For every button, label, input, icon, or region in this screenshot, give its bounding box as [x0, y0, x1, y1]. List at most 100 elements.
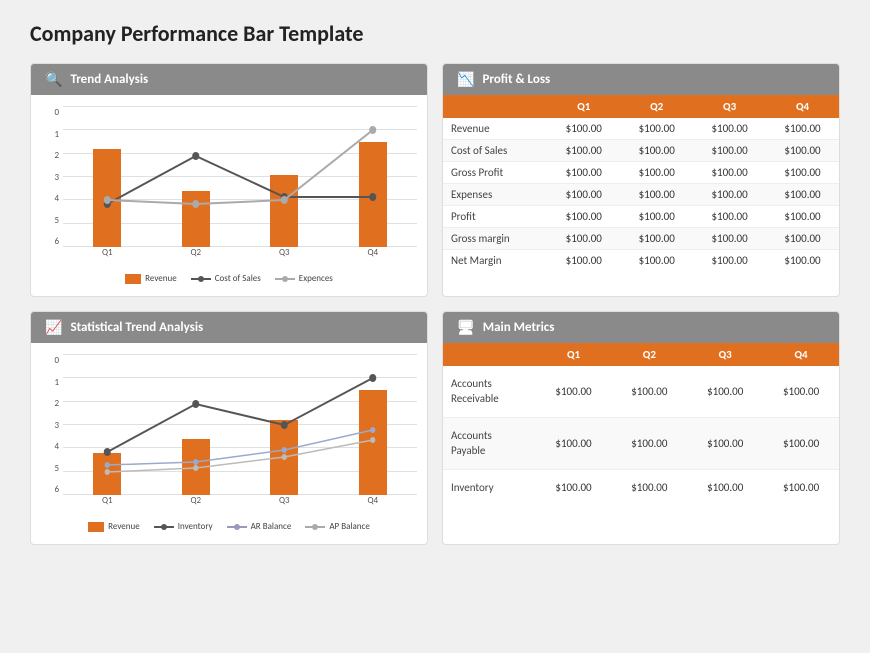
- main-metrics-table: Q1 Q2 Q3 Q4 AccountsReceivable $100.00 $…: [443, 343, 839, 505]
- mm-row-ar-label: AccountsReceivable: [443, 366, 536, 417]
- trend-lines-svg: [63, 107, 417, 247]
- stat-legend: Revenue Inventory AR Balance AP Balance: [41, 515, 417, 536]
- legend-expenses: Expences: [275, 273, 333, 284]
- stat-legend-ap-line: [305, 526, 325, 528]
- stat-x-q4: Q4: [329, 495, 418, 515]
- pl-row-profit-label: Profit: [443, 206, 547, 228]
- trend-legend: Revenue Cost of Sales Expences: [41, 267, 417, 288]
- stat-x-q3: Q3: [240, 495, 329, 515]
- mm-row-ar-q4: $100.00: [763, 366, 839, 417]
- mm-table-body: AccountsReceivable $100.00 $100.00 $100.…: [443, 366, 839, 505]
- pl-row-gp-q4: $100.00: [766, 162, 839, 184]
- stat-y-4: 4: [54, 441, 59, 452]
- pl-row-nm-label: Net Margin: [443, 250, 547, 272]
- statistical-chart-area: 6 5 4 3 2 1 0: [31, 343, 427, 544]
- stat-legend-revenue-bar: [88, 522, 104, 532]
- trend-chart-inner: [63, 107, 417, 247]
- pl-col-q2: Q2: [620, 95, 693, 118]
- main-metrics-table-area: Q1 Q2 Q3 Q4 AccountsReceivable $100.00 $…: [443, 343, 839, 505]
- pl-row-gp-q3: $100.00: [693, 162, 766, 184]
- stat-x-labels: Q1 Q2 Q3 Q4: [63, 495, 417, 515]
- pl-header-row: Q1 Q2 Q3 Q4: [443, 95, 839, 118]
- stat-legend-inventory-line: [154, 526, 174, 528]
- mm-row-ap-label: AccountsPayable: [443, 417, 536, 469]
- trend-chart-container: 6 5 4 3 2 1 0: [41, 107, 417, 267]
- stat-x-q2: Q2: [152, 495, 241, 515]
- y-label-3: 3: [54, 172, 59, 183]
- pl-row-gm-q3: $100.00: [693, 228, 766, 250]
- pl-row-profit-q3: $100.00: [693, 206, 766, 228]
- page-title: Company Performance Bar Template: [30, 20, 840, 47]
- pl-table-body: Revenue $100.00 $100.00 $100.00 $100.00 …: [443, 118, 839, 271]
- stat-y-5: 5: [54, 463, 59, 474]
- pl-row-gp-q2: $100.00: [620, 162, 693, 184]
- mm-row-inv-q2: $100.00: [611, 469, 687, 505]
- profit-loss-table-area: Q1 Q2 Q3 Q4 Revenue $100.00 $100.00 $100…: [443, 95, 839, 271]
- table-row: Revenue $100.00 $100.00 $100.00 $100.00: [443, 118, 839, 140]
- statistical-y-axis: 6 5 4 3 2 1 0: [41, 355, 63, 495]
- main-metrics-panel: 🖥 Main Metrics Q1 Q2 Q3 Q4 AccountsRecei…: [442, 311, 840, 545]
- pl-row-gm-label: Gross margin: [443, 228, 547, 250]
- table-row: Net Margin $100.00 $100.00 $100.00 $100.…: [443, 250, 839, 272]
- statistical-trend-title: Statistical Trend Analysis: [70, 320, 203, 335]
- y-label-1: 1: [54, 129, 59, 140]
- pl-row-revenue-q2: $100.00: [620, 118, 693, 140]
- profit-loss-panel: 📉 Profit & Loss Q1 Q2 Q3 Q4 Revenue: [442, 63, 840, 297]
- legend-revenue: Revenue: [125, 273, 177, 284]
- legend-expenses-label: Expences: [299, 273, 333, 284]
- pl-row-gm-q1: $100.00: [547, 228, 620, 250]
- pl-col-q3: Q3: [693, 95, 766, 118]
- trend-y-axis: 6 5 4 3 2 1 0: [41, 107, 63, 247]
- pl-row-expenses-q3: $100.00: [693, 184, 766, 206]
- stat-y-6: 6: [54, 484, 59, 495]
- stat-y-2: 2: [54, 398, 59, 409]
- pl-row-nm-q3: $100.00: [693, 250, 766, 272]
- pl-row-profit-q1: $100.00: [547, 206, 620, 228]
- mm-col-q3: Q3: [687, 343, 763, 366]
- mm-col-q4: Q4: [763, 343, 839, 366]
- legend-revenue-label: Revenue: [145, 273, 177, 284]
- pl-row-gm-q2: $100.00: [620, 228, 693, 250]
- stat-legend-ap: AP Balance: [305, 521, 370, 532]
- pl-row-cos-q2: $100.00: [620, 140, 693, 162]
- mm-row-ap-q1: $100.00: [536, 417, 612, 469]
- y-label-5: 5: [54, 215, 59, 226]
- table-row: Expenses $100.00 $100.00 $100.00 $100.00: [443, 184, 839, 206]
- pl-row-revenue-label: Revenue: [443, 118, 547, 140]
- pl-row-gp-label: Gross Profit: [443, 162, 547, 184]
- trend-analysis-chart-area: 6 5 4 3 2 1 0: [31, 95, 427, 296]
- mm-col-q2: Q2: [611, 343, 687, 366]
- legend-revenue-bar: [125, 274, 141, 284]
- legend-cost-of-sales: Cost of Sales: [191, 273, 261, 284]
- pl-row-cos-q3: $100.00: [693, 140, 766, 162]
- pl-row-expenses-q4: $100.00: [766, 184, 839, 206]
- trend-icon: 📉: [457, 71, 474, 88]
- mm-row-ar-q3: $100.00: [687, 366, 763, 417]
- trend-analysis-title: Trend Analysis: [70, 72, 148, 87]
- pl-row-cos-q4: $100.00: [766, 140, 839, 162]
- trend-x-q3: Q3: [240, 247, 329, 267]
- table-row: Inventory $100.00 $100.00 $100.00 $100.0…: [443, 469, 839, 505]
- pl-row-revenue-q3: $100.00: [693, 118, 766, 140]
- table-row: Cost of Sales $100.00 $100.00 $100.00 $1…: [443, 140, 839, 162]
- profit-loss-title: Profit & Loss: [482, 72, 550, 87]
- pl-row-nm-q4: $100.00: [766, 250, 839, 272]
- trend-x-labels: Q1 Q2 Q3 Q4: [63, 247, 417, 267]
- pl-row-cos-q1: $100.00: [547, 140, 620, 162]
- stat-legend-ar-line: [227, 526, 247, 528]
- main-metrics-header: 🖥 Main Metrics: [443, 312, 839, 343]
- stat-x-q1: Q1: [63, 495, 152, 515]
- mm-row-inv-q4: $100.00: [763, 469, 839, 505]
- stat-y-3: 3: [54, 420, 59, 431]
- statistical-chart-container: 6 5 4 3 2 1 0: [41, 355, 417, 515]
- dashboard-grid: 🔍 Trend Analysis 6 5 4 3 2 1 0: [30, 63, 840, 545]
- statistical-trend-panel: 📈 Statistical Trend Analysis 6 5 4 3 2 1…: [30, 311, 428, 545]
- pl-col-label: [443, 95, 547, 118]
- monitor-icon: 🖥: [457, 319, 475, 336]
- legend-cos-line: [191, 278, 211, 280]
- chart-icon: 📈: [45, 319, 62, 336]
- pl-row-gm-q4: $100.00: [766, 228, 839, 250]
- pl-row-revenue-q4: $100.00: [766, 118, 839, 140]
- statistical-chart-inner: [63, 355, 417, 495]
- mm-header-row: Q1 Q2 Q3 Q4: [443, 343, 839, 366]
